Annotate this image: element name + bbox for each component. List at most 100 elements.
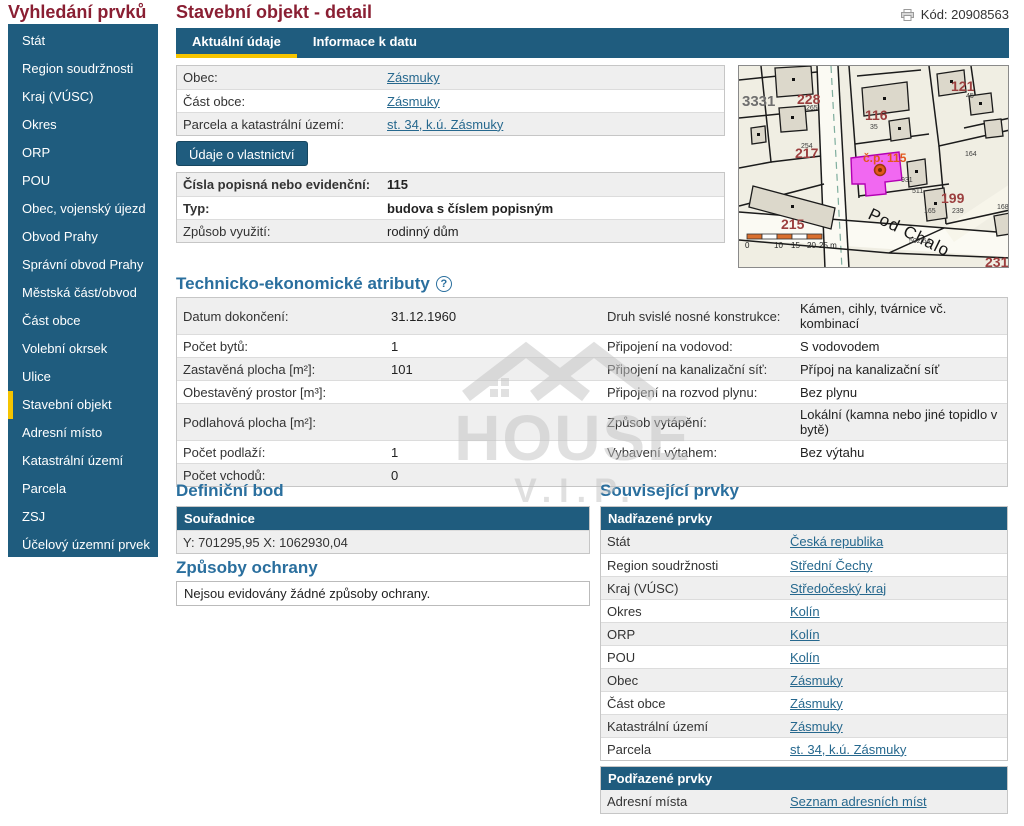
sidebar-item[interactable]: Katastrální území <box>8 447 158 475</box>
table-row: Stát Česká republika <box>601 530 1007 553</box>
row-value-left <box>387 419 601 425</box>
table-row: Část obce: Zásmuky <box>177 89 724 112</box>
row-label: Parcela a katastrální území: <box>177 114 383 135</box>
coordinates-value: Y: 701295,95 X: 1062930,04 <box>177 532 589 553</box>
row-value-link[interactable]: Zásmuky <box>790 696 843 711</box>
row-value-left: 1 <box>387 336 601 357</box>
map-parcel-label: 502/54 <box>909 238 931 245</box>
row-value-link[interactable]: Středočeský kraj <box>790 581 886 596</box>
sidebar-item[interactable]: Správní obvod Prahy <box>8 251 158 279</box>
row-value-link[interactable]: Zásmuky <box>387 94 440 109</box>
sidebar-item[interactable]: Adresní místo <box>8 419 158 447</box>
row-value-right: Kámen, cihly, tvárnice vč. kombinací <box>796 298 1007 334</box>
sidebar-item[interactable]: Region soudržnosti <box>8 55 158 83</box>
map-parcel-label: 164 <box>965 151 977 158</box>
coordinates-header: Souřadnice <box>177 507 589 530</box>
row-label: Část obce <box>601 693 786 714</box>
tab-current-data[interactable]: Aktuální údaje <box>176 28 297 58</box>
tech-section-heading: Technicko-ekonomické atributy? <box>176 274 452 294</box>
sidebar-item-label: Správní obvod Prahy <box>22 257 143 272</box>
row-value-left: 101 <box>387 359 601 380</box>
sidebar-item-label: Stavební objekt <box>22 397 112 412</box>
row-value-right <box>796 472 1007 478</box>
row-label-left: Datum dokončení: <box>177 306 387 327</box>
sidebar-item[interactable]: Parcela <box>8 475 158 503</box>
map-parcel-label: 168 <box>997 204 1009 211</box>
row-value-right: Lokální (kamna nebo jiné topidlo v bytě) <box>796 404 1007 440</box>
row-value-link[interactable]: Kolín <box>790 604 820 619</box>
sidebar-item[interactable]: Stát <box>8 27 158 55</box>
sidebar-item-label: ORP <box>22 145 50 160</box>
row-label-left: Počet bytů: <box>177 336 387 357</box>
sidebar-item[interactable]: Účelový územní prvek <box>8 531 158 559</box>
row-value-link[interactable]: st. 34, k.ú. Zásmuky <box>790 742 906 757</box>
row-label-right <box>601 472 796 478</box>
row-label-left: Zastavěná plocha [m²]: <box>177 359 387 380</box>
map-parcel-label: 239 <box>952 208 964 215</box>
sidebar-item[interactable]: Volební okrsek <box>8 335 158 363</box>
tab-info-to-date[interactable]: Informace k datu <box>297 28 433 58</box>
sidebar-item[interactable]: Městská část/obvod <box>8 279 158 307</box>
sidebar-item[interactable]: Část obce <box>8 307 158 335</box>
printer-icon[interactable] <box>901 9 914 21</box>
map-parcel-label: 165 <box>924 208 936 215</box>
row-label: Způsob využití: <box>177 221 383 242</box>
row-value-link[interactable]: Zásmuky <box>790 673 843 688</box>
row-value-link[interactable]: Česká republika <box>790 534 883 549</box>
sidebar-item[interactable]: Kraj (VÚSC) <box>8 83 158 111</box>
row-label: POU <box>601 647 786 668</box>
protection-title: Způsoby ochrany <box>176 558 318 578</box>
row-label: Obec: <box>177 67 383 88</box>
row-value-link[interactable]: Zásmuky <box>387 70 440 85</box>
row-value-right: S vodovodem <box>796 336 1007 357</box>
row-label: Okres <box>601 601 786 622</box>
row-label: Typ: <box>177 198 383 219</box>
row-label-right: Vybavení výtahem: <box>601 442 796 463</box>
table-row: Část obce Zásmuky <box>601 691 1007 714</box>
table-row: Typ: budova s číslem popisným <box>177 196 724 219</box>
row-value-link[interactable]: Kolín <box>790 627 820 642</box>
sidebar-item[interactable]: Okres <box>8 111 158 139</box>
definition-point-title: Definiční bod <box>176 481 284 501</box>
sidebar-item[interactable]: POU <box>8 167 158 195</box>
location-table: Obec: Zásmuky Část obce: Zásmuky Parcela… <box>176 65 725 136</box>
sidebar-item-label: Okres <box>22 117 57 132</box>
table-row: Podlahová plocha [m²]: Způsob vytápění: … <box>177 403 1007 440</box>
row-value-link[interactable]: Zásmuky <box>790 719 843 734</box>
table-row: Zastavěná plocha [m²]: 101 Připojení na … <box>177 357 1007 380</box>
map-parcel-label: 35 <box>870 124 878 131</box>
ownership-data-button[interactable]: Údaje o vlastnictví <box>176 141 308 166</box>
sidebar-item[interactable]: Stavební objekt <box>8 391 158 419</box>
sidebar-item[interactable]: Obec, vojenský újezd <box>8 195 158 223</box>
map-parcel-label: 254 <box>801 143 813 150</box>
related-title: Související prvky <box>600 481 739 501</box>
table-row: Obestavěný prostor [m³]: Připojení na ro… <box>177 380 1007 403</box>
map-scale-label: 10 <box>774 241 783 250</box>
row-label-right: Druh svislé nosné konstrukce: <box>601 306 796 327</box>
row-label-left: Podlahová plocha [m²]: <box>177 412 387 433</box>
sidebar-item-label: Ulice <box>22 369 51 384</box>
help-icon[interactable]: ? <box>436 276 452 292</box>
sidebar-item[interactable]: Ulice <box>8 363 158 391</box>
sidebar-item[interactable]: ORP <box>8 139 158 167</box>
page-title: Stavební objekt - detail <box>176 2 372 23</box>
row-value-link[interactable]: Střední Čechy <box>790 558 872 573</box>
row-label: Parcela <box>601 739 786 760</box>
sidebar-item[interactable]: ZSJ <box>8 503 158 531</box>
row-label-right: Způsob vytápění: <box>601 412 796 433</box>
row-value-left: 1 <box>387 442 601 463</box>
table-row: Obec: Zásmuky <box>177 66 724 89</box>
row-value-right: Bez výtahu <box>796 442 1007 463</box>
cadastral-map-thumbnail[interactable]: č.p. 115 Pod Chalo 010152025 m 333122821… <box>738 65 1009 268</box>
row-label: Katastrální území <box>601 716 786 737</box>
table-row: Region soudržnosti Střední Čechy <box>601 553 1007 576</box>
sidebar-item-label: ZSJ <box>22 509 45 524</box>
sidebar-item-label: Obec, vojenský újezd <box>22 201 146 216</box>
row-value-link[interactable]: st. 34, k.ú. Zásmuky <box>387 117 503 132</box>
row-value-link[interactable]: Kolín <box>790 650 820 665</box>
row-value-link[interactable]: Seznam adresních míst <box>790 794 927 809</box>
parent-rows: Stát Česká republika Region soudržnosti … <box>601 530 1007 760</box>
table-row: Čísla popisná nebo evidenční: 115 <box>177 173 724 196</box>
map-parcel-label: 231 <box>985 254 1009 268</box>
sidebar-item[interactable]: Obvod Prahy <box>8 223 158 251</box>
